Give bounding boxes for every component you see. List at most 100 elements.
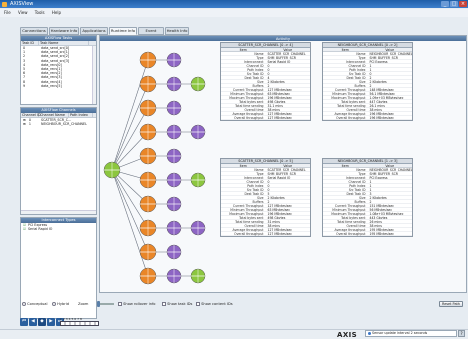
play-icon[interactable]: ▶: [47, 318, 55, 326]
card-value: 1: [369, 188, 372, 191]
card-item: Size: [359, 80, 366, 84]
card-value: 0: [267, 180, 270, 183]
card-item: Size: [257, 196, 264, 200]
card-value: 195 MBytes/sec: [369, 228, 395, 231]
card-item: Type: [358, 56, 366, 60]
channel-info-card[interactable]: NEIGHBOUR_SCR_CHANNEL [0 -> 2] Item Value N…: [322, 42, 413, 121]
hybrid-radio[interactable]: [52, 302, 56, 306]
card-row: Overall throughput 127 MBytes/sec: [221, 116, 310, 120]
card-value: 2: [267, 84, 270, 87]
tab-connections[interactable]: Connections: [20, 27, 48, 35]
menu-view[interactable]: View: [18, 10, 28, 15]
minimize-button[interactable]: _: [441, 1, 449, 7]
skip-back-icon[interactable]: ⏮: [20, 318, 28, 326]
card-item: Type: [256, 172, 264, 176]
tab-event-viewer[interactable]: Event Viewer: [138, 27, 164, 39]
card-value: 2 Kilobytes: [267, 196, 285, 199]
diamond-icon[interactable]: ◆: [38, 318, 46, 326]
card-item: Overall throughput: [234, 232, 264, 236]
show-rollover-label: Show rollover info: [123, 302, 156, 306]
card-value: 2: [369, 76, 372, 79]
card-item: Src Task ID: [348, 188, 366, 192]
card-item: Current Throughput: [334, 204, 366, 208]
tab-runtime-info[interactable]: Runtime Info: [109, 27, 137, 35]
channel-info-card[interactable]: SCATTER_SCR_CHANNEL [0 -> 4] Item Value Nam…: [220, 42, 311, 121]
card-value: 1: [369, 184, 372, 187]
task-row[interactable]: 9 data_recv[5]: [21, 84, 96, 88]
step-back-icon[interactable]: ◀: [29, 318, 37, 326]
card-item: Minimum Throughput: [230, 92, 264, 96]
card-item: Type: [358, 172, 366, 176]
conceptual-option[interactable]: Conceptual: [22, 300, 48, 308]
tab-health-info[interactable]: Health Info: [165, 27, 189, 35]
conceptual-radio[interactable]: [22, 302, 26, 306]
card-value: SHM_BUFFER_SCR: [267, 172, 296, 175]
card-value: SCATTER_SCR_CHANNEL: [267, 52, 306, 55]
channel-info-card[interactable]: SCATTER_SCR_CHANNEL [0 -> 5] Item Value Nam…: [220, 158, 311, 237]
show-content-ids-checkbox[interactable]: [196, 302, 200, 306]
card-row: Overall throughput 127 MBytes/sec: [221, 232, 310, 236]
card-item: Dest Task ID: [244, 192, 264, 196]
channel-row[interactable]: ⊞ 1 NEIGHBOUR_SCR_CHANNEL: [21, 122, 96, 126]
card-value: 26 mins: [369, 220, 382, 223]
card-item: Channel ID: [246, 180, 264, 184]
zoom-slider-track[interactable]: [98, 303, 114, 305]
card-item: Buffers: [354, 200, 366, 204]
card-item: Average throughput: [334, 228, 366, 232]
card-value: 0: [369, 72, 372, 75]
tab-hardware-info[interactable]: Hardware Info: [49, 27, 79, 35]
timeline-ruler[interactable]: 1 2 3 4 5 6 7 8: [60, 318, 100, 327]
show-content-ids-option[interactable]: Show content IDs: [196, 300, 233, 308]
tab-applications[interactable]: Applications: [80, 27, 108, 35]
tasks-list: 0 data_send_src[0] 1 data_send_src[1] 2 data_…: [21, 46, 96, 88]
conceptual-label: Conceptual: [27, 302, 48, 306]
show-task-ids-option[interactable]: Show task IDs: [162, 300, 192, 308]
card-item: Total bytes sent: [341, 216, 366, 220]
card-value: 196 MBytes/sec: [369, 112, 395, 115]
show-rollover-option[interactable]: Show rollover info: [118, 300, 156, 308]
card-value: 0: [267, 72, 270, 75]
card-value: 1: [369, 64, 372, 67]
tasks-scrollbar[interactable]: [92, 46, 96, 104]
menu-tools[interactable]: Tools: [35, 10, 45, 15]
zoom-slider-handle[interactable]: [97, 301, 100, 307]
card-item: Total time sending: [235, 104, 264, 108]
menu-help[interactable]: Help: [52, 10, 61, 15]
card-item: Dest Task ID: [346, 192, 366, 196]
channels-hscrollbar[interactable]: [21, 210, 96, 214]
card-value: 127 MBytes/sec: [267, 112, 293, 115]
card-value: 4: [267, 76, 270, 79]
card-item: Channel ID: [246, 64, 264, 68]
close-button[interactable]: ×: [459, 1, 467, 7]
menu-file[interactable]: File: [4, 10, 11, 15]
channel-info-card[interactable]: NEIGHBOUR_SCR_CHANNEL [1 -> 3] Item Value N…: [322, 158, 413, 237]
card-item: Src Task ID: [348, 72, 366, 76]
card-item: Name: [254, 168, 264, 172]
channels-list: ⊞ 0 SCATTER_SCR_C... ⊞ 1 NEIGHBOUR_SCR_CHAN…: [21, 118, 96, 126]
activity-panel-title: Activity: [100, 36, 466, 41]
show-task-ids-checkbox[interactable]: [162, 302, 166, 306]
show-task-ids-label: Show task IDs: [167, 302, 193, 306]
card-item: Overall time: [346, 108, 366, 112]
maximize-button[interactable]: □: [450, 1, 458, 7]
bottom-toolbar: Conceptual Hybrid Zoom Show rollover inf…: [20, 300, 467, 308]
left-column: AXISFlow Tasks Task ID Task Name 0 data_se…: [20, 35, 97, 319]
card-item: Buffers: [354, 84, 366, 88]
card-value: 443 Gbytes: [369, 216, 388, 219]
card-value: 195 MBytes/sec: [369, 232, 395, 235]
show-rollover-checkbox[interactable]: [118, 302, 122, 306]
card-value: SHM_BUFFER_SCR: [267, 56, 296, 59]
card-item: Maximum Throughput: [229, 212, 264, 216]
help-icon[interactable]: ?: [458, 330, 465, 337]
card-item: Name: [356, 52, 366, 56]
card-item: Size: [359, 196, 366, 200]
hybrid-option[interactable]: Hybrid: [52, 300, 69, 308]
card-item: Average throughput: [232, 112, 264, 116]
card-item: Maximum Throughput: [331, 96, 366, 100]
task-flow-graph[interactable]: [100, 42, 212, 292]
reset-path-button[interactable]: Reset Path: [439, 301, 463, 307]
interconnect-item[interactable]: ☑ Serial Rapid IO: [21, 227, 96, 231]
card-item: Src Task ID: [246, 72, 264, 76]
card-value: 0: [267, 188, 270, 191]
card-item: Interconnect: [345, 60, 366, 64]
